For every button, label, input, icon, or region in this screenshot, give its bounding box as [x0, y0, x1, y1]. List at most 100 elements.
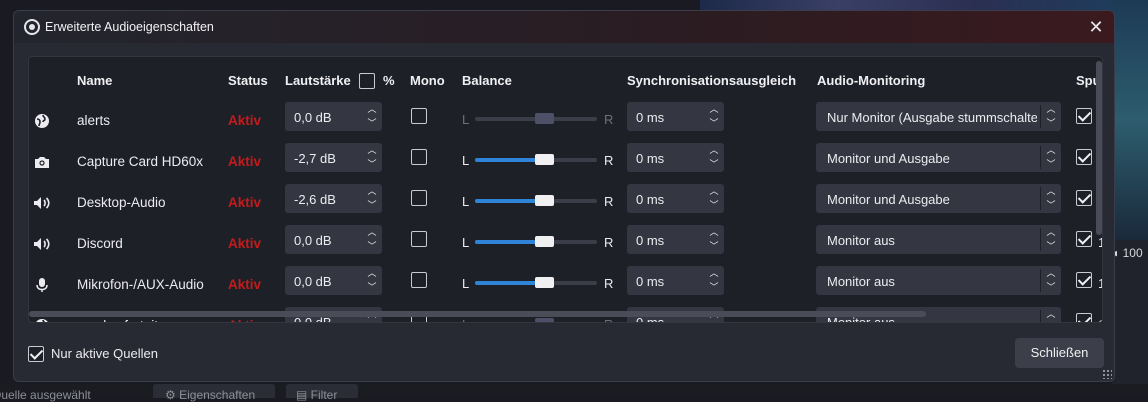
- track-1-checkbox[interactable]: [1076, 190, 1092, 206]
- header-sync-offset: Synchronisationsausgleich: [627, 73, 797, 88]
- chevron-down-icon[interactable]: ﹀: [709, 200, 718, 211]
- balance-slider-fill: [475, 199, 537, 203]
- balance-slider-handle[interactable]: [534, 277, 554, 288]
- sync-offset-spinbox[interactable]: 0 ms ︿ ﹀: [627, 225, 724, 254]
- chevron-down-icon[interactable]: ﹀: [367, 118, 376, 129]
- volume-percent-checkbox[interactable]: [359, 73, 375, 89]
- track-1-checkbox[interactable]: [1076, 231, 1092, 247]
- close-button[interactable]: Schließen: [1015, 338, 1104, 368]
- balance-slider-handle[interactable]: [534, 154, 554, 165]
- advanced-audio-properties-dialog: Erweiterte Audioeigenschaften ✕ Name Sta…: [13, 10, 1115, 382]
- audio-monitoring-value: Nur Monitor (Ausgabe stummschalten): [827, 110, 1037, 125]
- only-active-sources-checkbox[interactable]: [28, 346, 44, 362]
- only-active-sources-label: Nur aktive Quellen: [51, 346, 158, 361]
- chevron-down-icon[interactable]: ﹀: [367, 159, 376, 170]
- chevron-up-icon[interactable]: ︿: [367, 186, 376, 197]
- microphone-icon: [32, 275, 52, 295]
- chevron-down-icon[interactable]: ﹀: [709, 159, 718, 170]
- header-percent: %: [383, 73, 395, 88]
- chevron-up-icon[interactable]: ︿: [367, 268, 376, 279]
- audio-source-row: Mikrofon-/AUX-Audio Aktiv 0,0 dB ︿ ﹀ L R …: [29, 266, 1102, 307]
- chevron-up-icon[interactable]: ︿: [367, 104, 376, 115]
- balance-slider[interactable]: [475, 154, 597, 165]
- camera-icon: [32, 152, 52, 172]
- chevron-down-icon: ﹀: [1046, 200, 1056, 210]
- chevron-up-icon[interactable]: ︿: [367, 227, 376, 238]
- balance-slider[interactable]: [475, 113, 597, 124]
- track-1-label: 1: [1098, 317, 1102, 322]
- mono-checkbox[interactable]: [411, 231, 427, 247]
- chevron-up-icon[interactable]: ︿: [709, 186, 718, 197]
- track-1-checkbox[interactable]: [1076, 272, 1092, 288]
- balance-slider-handle[interactable]: [534, 318, 554, 322]
- volume-spinbox[interactable]: 0,0 dB ︿ ﹀: [285, 102, 382, 131]
- sync-offset-spinbox[interactable]: 0 ms ︿ ﹀: [627, 102, 724, 131]
- source-name: Capture Card HD60x: [77, 154, 204, 169]
- resize-grip[interactable]: [1102, 369, 1112, 379]
- balance-slider[interactable]: [475, 277, 597, 288]
- background-status-text: Quelle ausgewählt: [0, 388, 91, 402]
- track-1-checkbox[interactable]: [1076, 108, 1092, 124]
- background-properties-button[interactable]: ⚙ Eigenschaften: [153, 384, 275, 402]
- audio-monitoring-select[interactable]: Monitor aus ︿ ﹀: [816, 225, 1061, 254]
- obs-logo-icon: [24, 19, 40, 35]
- horizontal-scrollbar[interactable]: [29, 311, 926, 317]
- balance-right-label: R: [604, 194, 614, 209]
- volume-spinbox[interactable]: -2,7 dB ︿ ﹀: [285, 143, 382, 172]
- chevron-up-icon[interactable]: ︿: [367, 145, 376, 156]
- chevron-up-icon[interactable]: ︿: [709, 145, 718, 156]
- audio-monitoring-select[interactable]: Nur Monitor (Ausgabe stummschalten) ︿ ﹀: [816, 102, 1061, 131]
- balance-slider-handle[interactable]: [534, 113, 554, 124]
- balance-slider[interactable]: [475, 195, 597, 206]
- chevron-down-icon[interactable]: ﹀: [709, 118, 718, 129]
- balance-slider-handle[interactable]: [534, 195, 554, 206]
- chevron-up-icon[interactable]: ︿: [709, 104, 718, 115]
- mono-checkbox[interactable]: [411, 108, 427, 124]
- source-name: Discord: [77, 236, 123, 251]
- balance-slider-handle[interactable]: [534, 236, 554, 247]
- mono-checkbox[interactable]: [411, 149, 427, 165]
- balance-right-label: R: [604, 276, 614, 291]
- sync-offset-spinbox[interactable]: 0 ms ︿ ﹀: [627, 184, 724, 213]
- globe-icon: [32, 316, 52, 322]
- balance-slider[interactable]: [475, 236, 597, 247]
- volume-value: -2,7 dB: [294, 151, 336, 166]
- balance-slider[interactable]: [534, 318, 554, 322]
- chevron-up-icon: ︿: [1046, 186, 1056, 196]
- balance-right-label: R: [604, 235, 614, 250]
- background-filter-button[interactable]: ▤ Filter: [286, 384, 358, 402]
- source-status: Aktiv: [228, 113, 262, 128]
- audio-sources-table: Name Status Lautstärke % Mono Balance Sy…: [28, 56, 1103, 323]
- sync-offset-spinbox[interactable]: 0 ms ︿ ﹀: [627, 266, 724, 295]
- vertical-scrollbar[interactable]: [1096, 61, 1102, 235]
- chevron-down-icon[interactable]: ﹀: [367, 241, 376, 252]
- chevron-down-icon[interactable]: ﹀: [367, 200, 376, 211]
- close-icon[interactable]: ✕: [1084, 15, 1108, 39]
- volume-value: 0,0 dB: [294, 110, 332, 125]
- chevron-down-icon[interactable]: ﹀: [709, 282, 718, 293]
- chevron-up-icon[interactable]: ︿: [709, 268, 718, 279]
- audio-monitoring-select[interactable]: Monitor und Ausgabe ︿ ﹀: [816, 143, 1061, 172]
- chevron-up-icon[interactable]: ︿: [709, 227, 718, 238]
- chevron-down-icon[interactable]: ﹀: [709, 241, 718, 252]
- audio-source-row: Discord Aktiv 0,0 dB ︿ ﹀ L R 0 ms ︿ ﹀ Moni…: [29, 225, 1102, 266]
- balance-right-label: R: [604, 317, 613, 322]
- volume-spinbox[interactable]: -2,6 dB ︿ ﹀: [285, 184, 382, 213]
- mono-checkbox[interactable]: [411, 272, 427, 288]
- source-status: Aktiv: [228, 154, 262, 169]
- mono-checkbox[interactable]: [411, 190, 427, 206]
- track-1-checkbox[interactable]: [1076, 313, 1092, 322]
- title-bar: Erweiterte Audioeigenschaften ✕: [14, 11, 1114, 43]
- chevron-down-icon: ﹀: [1046, 282, 1056, 292]
- audio-monitoring-select[interactable]: Monitor aus ︿ ﹀: [816, 266, 1061, 295]
- balance-left-label: L: [462, 276, 470, 291]
- balance-left-label: L: [462, 194, 470, 209]
- speaker-icon: [32, 234, 52, 254]
- track-1-checkbox[interactable]: [1076, 149, 1092, 165]
- audio-monitoring-select[interactable]: Monitor und Ausgabe ︿ ﹀: [816, 184, 1061, 213]
- sync-offset-spinbox[interactable]: 0 ms ︿ ﹀: [627, 143, 724, 172]
- volume-spinbox[interactable]: 0,0 dB ︿ ﹀: [285, 225, 382, 254]
- volume-spinbox[interactable]: 0,0 dB ︿ ﹀: [285, 266, 382, 295]
- audio-monitoring-value: Monitor und Ausgabe: [827, 192, 950, 207]
- chevron-down-icon[interactable]: ﹀: [367, 282, 376, 293]
